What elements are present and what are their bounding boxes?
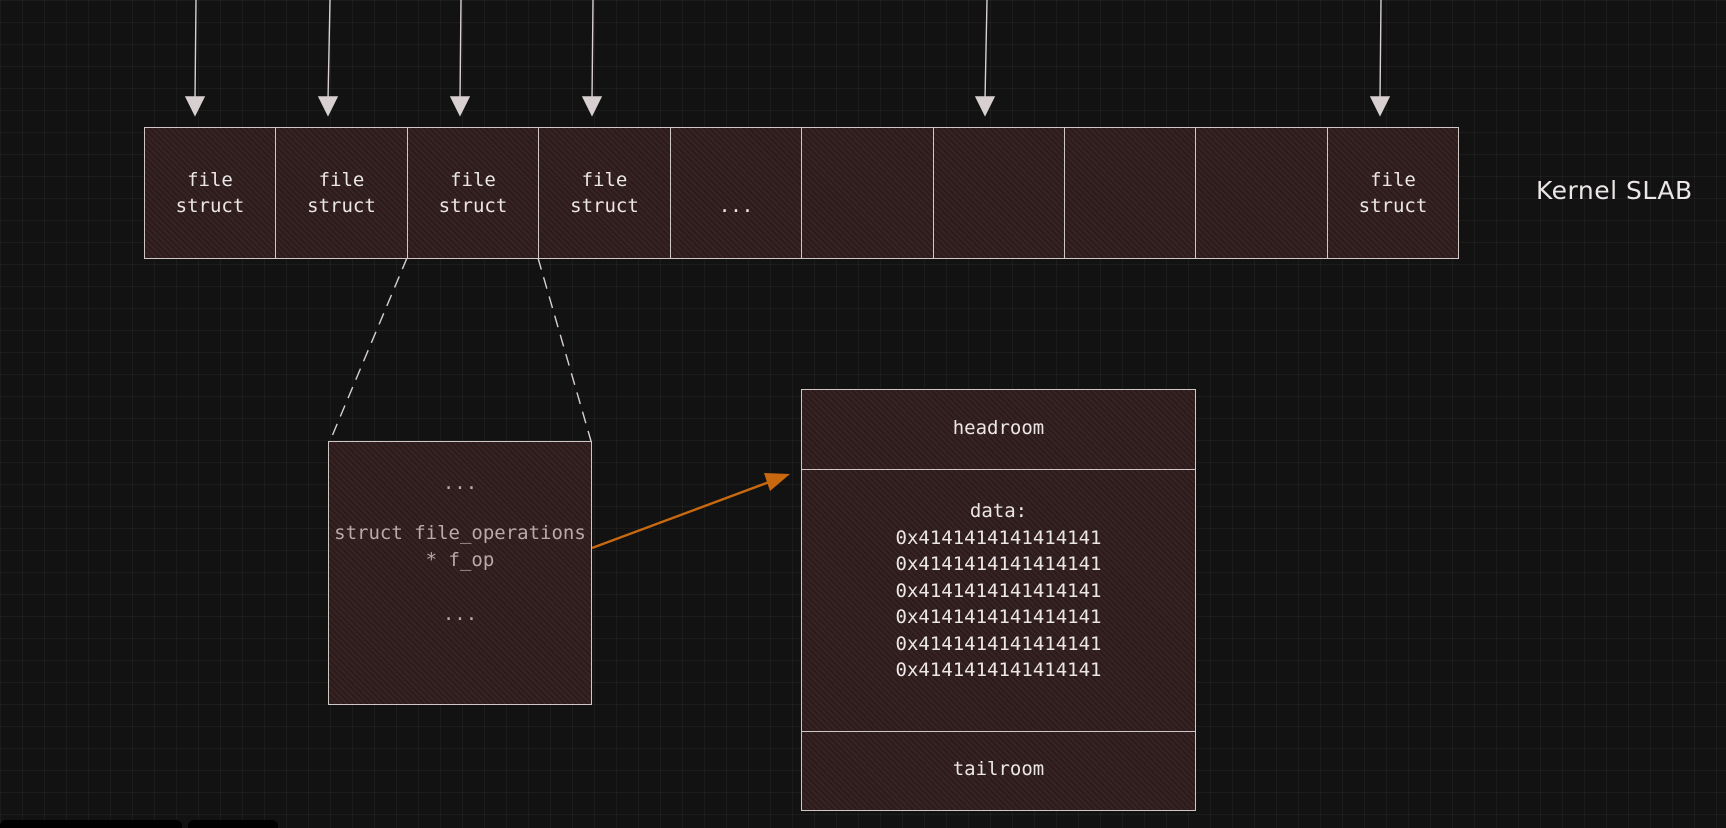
pointer-arrow-1	[194, 0, 197, 101]
zoom-line-right	[537, 257, 592, 442]
slab-cell-10: file struct	[1327, 127, 1459, 259]
slab-cell-6	[801, 127, 934, 259]
slab-cell-7	[933, 127, 1065, 259]
pointer-arrows	[184, 0, 1391, 117]
kernel-slab-label: Kernel SLAB	[1536, 176, 1693, 205]
data-label: data:	[969, 500, 1028, 522]
slab-cell-3-line1: file	[450, 169, 496, 191]
data-value: 0x4141414141414141	[895, 632, 1102, 655]
slab-cell-4-line1: file	[581, 169, 628, 191]
data-region: data: 0x4141414141414141 0x4141414141414…	[801, 469, 1196, 732]
slab-cell-2-line2: struct	[307, 195, 376, 217]
slab-cell-3: file struct	[407, 127, 539, 259]
slab-cell-10-line1: file	[1370, 169, 1416, 191]
tailroom-region: tailroom	[801, 731, 1196, 811]
slab-cell-4-line2: struct	[570, 195, 639, 217]
headroom-region: headroom	[801, 389, 1196, 470]
arrowhead-3	[449, 96, 471, 117]
arrowhead-4	[581, 96, 603, 117]
pointer-arrow-6	[1379, 0, 1382, 101]
data-value: 0x4141414141414141	[895, 553, 1102, 575]
data-value: 0x4141414141414141	[895, 659, 1102, 681]
slab-cell-5: ...	[670, 127, 802, 259]
slab-cell-1-line2: struct	[175, 195, 245, 217]
slab-cell-5-line1: ...	[718, 195, 754, 217]
zoom-line-left	[329, 257, 408, 442]
data-value: 0x4141414141414141	[895, 606, 1102, 628]
pointer-arrow-2	[327, 0, 331, 101]
detail-bottom-ellipsis: ...	[442, 603, 478, 625]
pointer-arrow-3	[459, 0, 462, 101]
slab-cell-4: file struct	[538, 127, 671, 259]
slab-cell-10-line2: struct	[1358, 195, 1428, 217]
arrowhead-6	[1369, 96, 1391, 117]
f-op-field-name: * f_op	[425, 549, 495, 571]
arrowhead-1	[184, 96, 206, 117]
slab-cell-1: file struct	[144, 127, 276, 259]
data-value: 0x4141414141414141	[895, 579, 1102, 602]
slab-cell-9	[1195, 127, 1328, 259]
f-op-pointer-arrow	[591, 476, 781, 550]
pointer-arrow-4	[591, 0, 594, 101]
slab-cell-2: file struct	[275, 127, 408, 259]
slab-cell-8	[1064, 127, 1196, 259]
f-op-arrowhead	[764, 473, 790, 491]
tailroom-label: tailroom	[952, 758, 1045, 780]
f-op-field-type: struct file_operations	[334, 522, 586, 544]
slab-cell-2-line1: file	[318, 169, 365, 191]
data-value: 0x4141414141414141	[895, 526, 1102, 549]
arrowhead-5	[974, 96, 996, 117]
slab-cell-1-line1: file	[187, 169, 233, 191]
file-struct-detail: ... struct file_operations * f_op ...	[328, 441, 592, 705]
arrowhead-2	[317, 96, 339, 117]
data-content: data: 0x4141414141414141 0x4141414141414…	[802, 498, 1195, 684]
slab-cell-3-line2: struct	[438, 195, 508, 217]
headroom-label: headroom	[952, 417, 1045, 439]
pointer-arrow-5	[984, 0, 988, 101]
bottom-toolbar-fragment-left	[0, 820, 182, 828]
detail-top-ellipsis: ...	[442, 472, 478, 494]
zoom-lines	[329, 257, 592, 442]
bottom-toolbar-fragment-right	[188, 820, 278, 828]
